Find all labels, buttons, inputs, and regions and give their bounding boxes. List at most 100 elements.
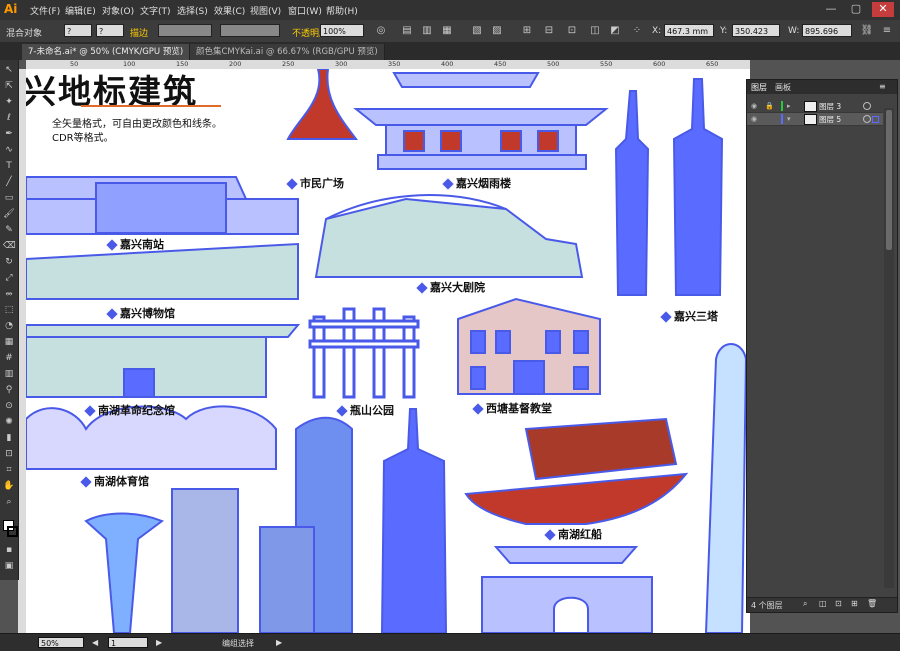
gradient-tool-icon[interactable]: ▥ (3, 368, 15, 380)
w-field[interactable]: 895.696 (802, 24, 852, 37)
zoom-field[interactable]: 50% (38, 637, 84, 648)
graph-tool-icon[interactable]: ▮ (3, 432, 15, 444)
next-artboard-button[interactable]: ▶ (156, 638, 162, 647)
lasso-tool-icon[interactable]: ℓ (3, 112, 15, 124)
tab-artboards[interactable]: 画板 (775, 82, 791, 93)
menu-type[interactable]: 文字(T) (140, 4, 171, 17)
artboard-tool-icon[interactable]: ⊡ (3, 448, 15, 460)
stroke-label[interactable]: 描边 (130, 26, 148, 39)
panel-menu-icon[interactable]: ≡ (879, 82, 886, 91)
stroke-swatch[interactable]: ? (96, 24, 124, 37)
tab-document-1[interactable]: 7-未命名.ai* @ 50% (CMYK/GPU 预览) (22, 44, 191, 60)
grand-theatre[interactable] (314, 194, 584, 278)
paintbrush-tool-icon[interactable]: 🖌 (3, 208, 15, 220)
stroke-weight-field[interactable] (158, 24, 212, 37)
artboard-canvas[interactable]: 嘉兴地标建筑 全矢量格式，可自由更改颜色和线条。 CDR等格式。 (26, 69, 750, 633)
layer-row[interactable]: ◉ ▾ 图层 5 (747, 113, 883, 126)
align-right-icon[interactable]: ▦ (440, 24, 454, 37)
ref-point-icon[interactable]: ⁘ (630, 24, 644, 37)
align-icon[interactable]: ▤ (400, 24, 414, 37)
jiaxing-museum[interactable] (26, 242, 299, 300)
spiral-sculpture[interactable] (84, 512, 165, 634)
slice-tool-icon[interactable]: ⌗ (3, 464, 15, 476)
nanhu-red-boat[interactable] (464, 417, 689, 525)
status-menu-arrow-icon[interactable]: ▶ (276, 638, 282, 647)
scale-tool-icon[interactable]: ⤢ (3, 272, 15, 284)
close-button[interactable]: ✕ (872, 2, 894, 17)
target-icon[interactable] (863, 102, 871, 110)
free-transform-tool-icon[interactable]: ⬚ (3, 304, 15, 316)
menu-effect[interactable]: 效果(C) (214, 4, 245, 17)
curvature-tool-icon[interactable]: ∿ (3, 144, 15, 156)
direct-selection-tool-icon[interactable]: ⇱ (3, 80, 15, 92)
y-field[interactable]: 350.423 (732, 24, 780, 37)
menu-select[interactable]: 选择(S) (177, 4, 208, 17)
screen-mode-icon[interactable]: ▣ (3, 560, 15, 572)
menu-object[interactable]: 对象(O) (102, 4, 134, 17)
jiaxing-south-station[interactable] (26, 176, 299, 235)
tall-pagoda[interactable] (380, 408, 448, 633)
perspective-grid-tool-icon[interactable]: ▦ (3, 336, 15, 348)
transform-v-icon[interactable]: ⊡ (565, 24, 579, 37)
symbol-sprayer-tool-icon[interactable]: ✺ (3, 416, 15, 428)
target-icon[interactable] (863, 115, 871, 123)
eye-icon[interactable]: ◉ (751, 115, 757, 123)
tab-document-2[interactable]: 颜色集CMYKai.ai @ 66.67% (RGB/GPU 预览) (190, 44, 385, 60)
tab-layers[interactable]: 图层 (751, 82, 767, 93)
transform-icon[interactable]: ⊞ (520, 24, 534, 37)
locate-object-icon[interactable]: ⌕ (803, 599, 807, 609)
civic-square-sculpture[interactable] (286, 69, 359, 140)
eraser-tool-icon[interactable]: ⌫ (3, 240, 16, 252)
zoom-tool-icon[interactable]: ⌕ (3, 496, 15, 508)
collapse-arrow-icon[interactable]: ▾ (787, 115, 791, 123)
width-tool-icon[interactable]: ⥈ (3, 288, 15, 300)
pingshan-park-gate[interactable] (308, 307, 420, 399)
distribute-icon[interactable]: ▧ (470, 24, 484, 37)
constrain-icon[interactable]: ⛓ (860, 24, 874, 37)
minimize-button[interactable]: — (820, 2, 842, 17)
lock-icon[interactable]: 🔒 (765, 102, 774, 110)
menu-file[interactable]: 文件(F) (30, 4, 60, 17)
new-layer-icon[interactable]: ⊞ (851, 599, 858, 608)
menu-window[interactable]: 窗口(W) (288, 4, 322, 17)
prev-artboard-button[interactable]: ◀ (92, 638, 98, 647)
menu-edit[interactable]: 编辑(E) (65, 4, 96, 17)
panel-menu-icon[interactable]: ≡ (880, 24, 894, 37)
line-tool-icon[interactable]: ╱ (3, 176, 15, 188)
mesh-tool-icon[interactable]: # (3, 352, 15, 364)
align-center-icon[interactable]: ▥ (420, 24, 434, 37)
artboard-number-field[interactable]: 1 (108, 637, 148, 648)
rectangle-tool-icon[interactable]: ▭ (3, 192, 15, 204)
delete-layer-icon[interactable]: 🗑 (867, 599, 877, 608)
rotate-tool-icon[interactable]: ↻ (3, 256, 15, 268)
make-clipping-mask-icon[interactable]: ◫ (819, 599, 827, 608)
revolution-memorial[interactable] (26, 324, 301, 398)
layer-name[interactable]: 图层 3 (819, 101, 841, 112)
pen-tool-icon[interactable]: ✒ (3, 128, 15, 140)
eye-icon[interactable]: ◉ (751, 102, 757, 110)
city-gate[interactable] (481, 546, 653, 633)
distribute-v-icon[interactable]: ▨ (490, 24, 504, 37)
transform-h-icon[interactable]: ⊟ (542, 24, 556, 37)
layer-row[interactable]: ◉ 🔒 ▸ 图层 3 (747, 100, 883, 113)
opacity-field[interactable]: 100% (320, 24, 364, 37)
fill-swatch[interactable]: ? (64, 24, 92, 37)
menu-help[interactable]: 帮助(H) (326, 4, 358, 17)
stroke-color-icon[interactable] (7, 526, 18, 537)
yanyu-tower[interactable] (353, 72, 609, 170)
flip-icon[interactable]: ◩ (608, 24, 622, 37)
tv-tower[interactable] (704, 343, 748, 633)
expand-arrow-icon[interactable]: ▸ (787, 102, 791, 110)
x-field[interactable]: 467.3 mm (664, 24, 714, 37)
maximize-button[interactable]: ▢ (845, 2, 867, 17)
shape-builder-tool-icon[interactable]: ◔ (3, 320, 15, 332)
brush-field[interactable] (220, 24, 280, 37)
blend-tool-icon[interactable]: ⊙ (3, 400, 15, 412)
magic-wand-tool-icon[interactable]: ✦ (3, 96, 15, 108)
xitang-church[interactable] (457, 297, 601, 395)
isolate-icon[interactable]: ◫ (588, 24, 602, 37)
layers-scroll-thumb[interactable] (886, 110, 892, 250)
type-tool-icon[interactable]: T (3, 160, 15, 172)
layer-name[interactable]: 图层 5 (819, 114, 841, 125)
recolor-icon[interactable]: ◎ (374, 24, 388, 37)
